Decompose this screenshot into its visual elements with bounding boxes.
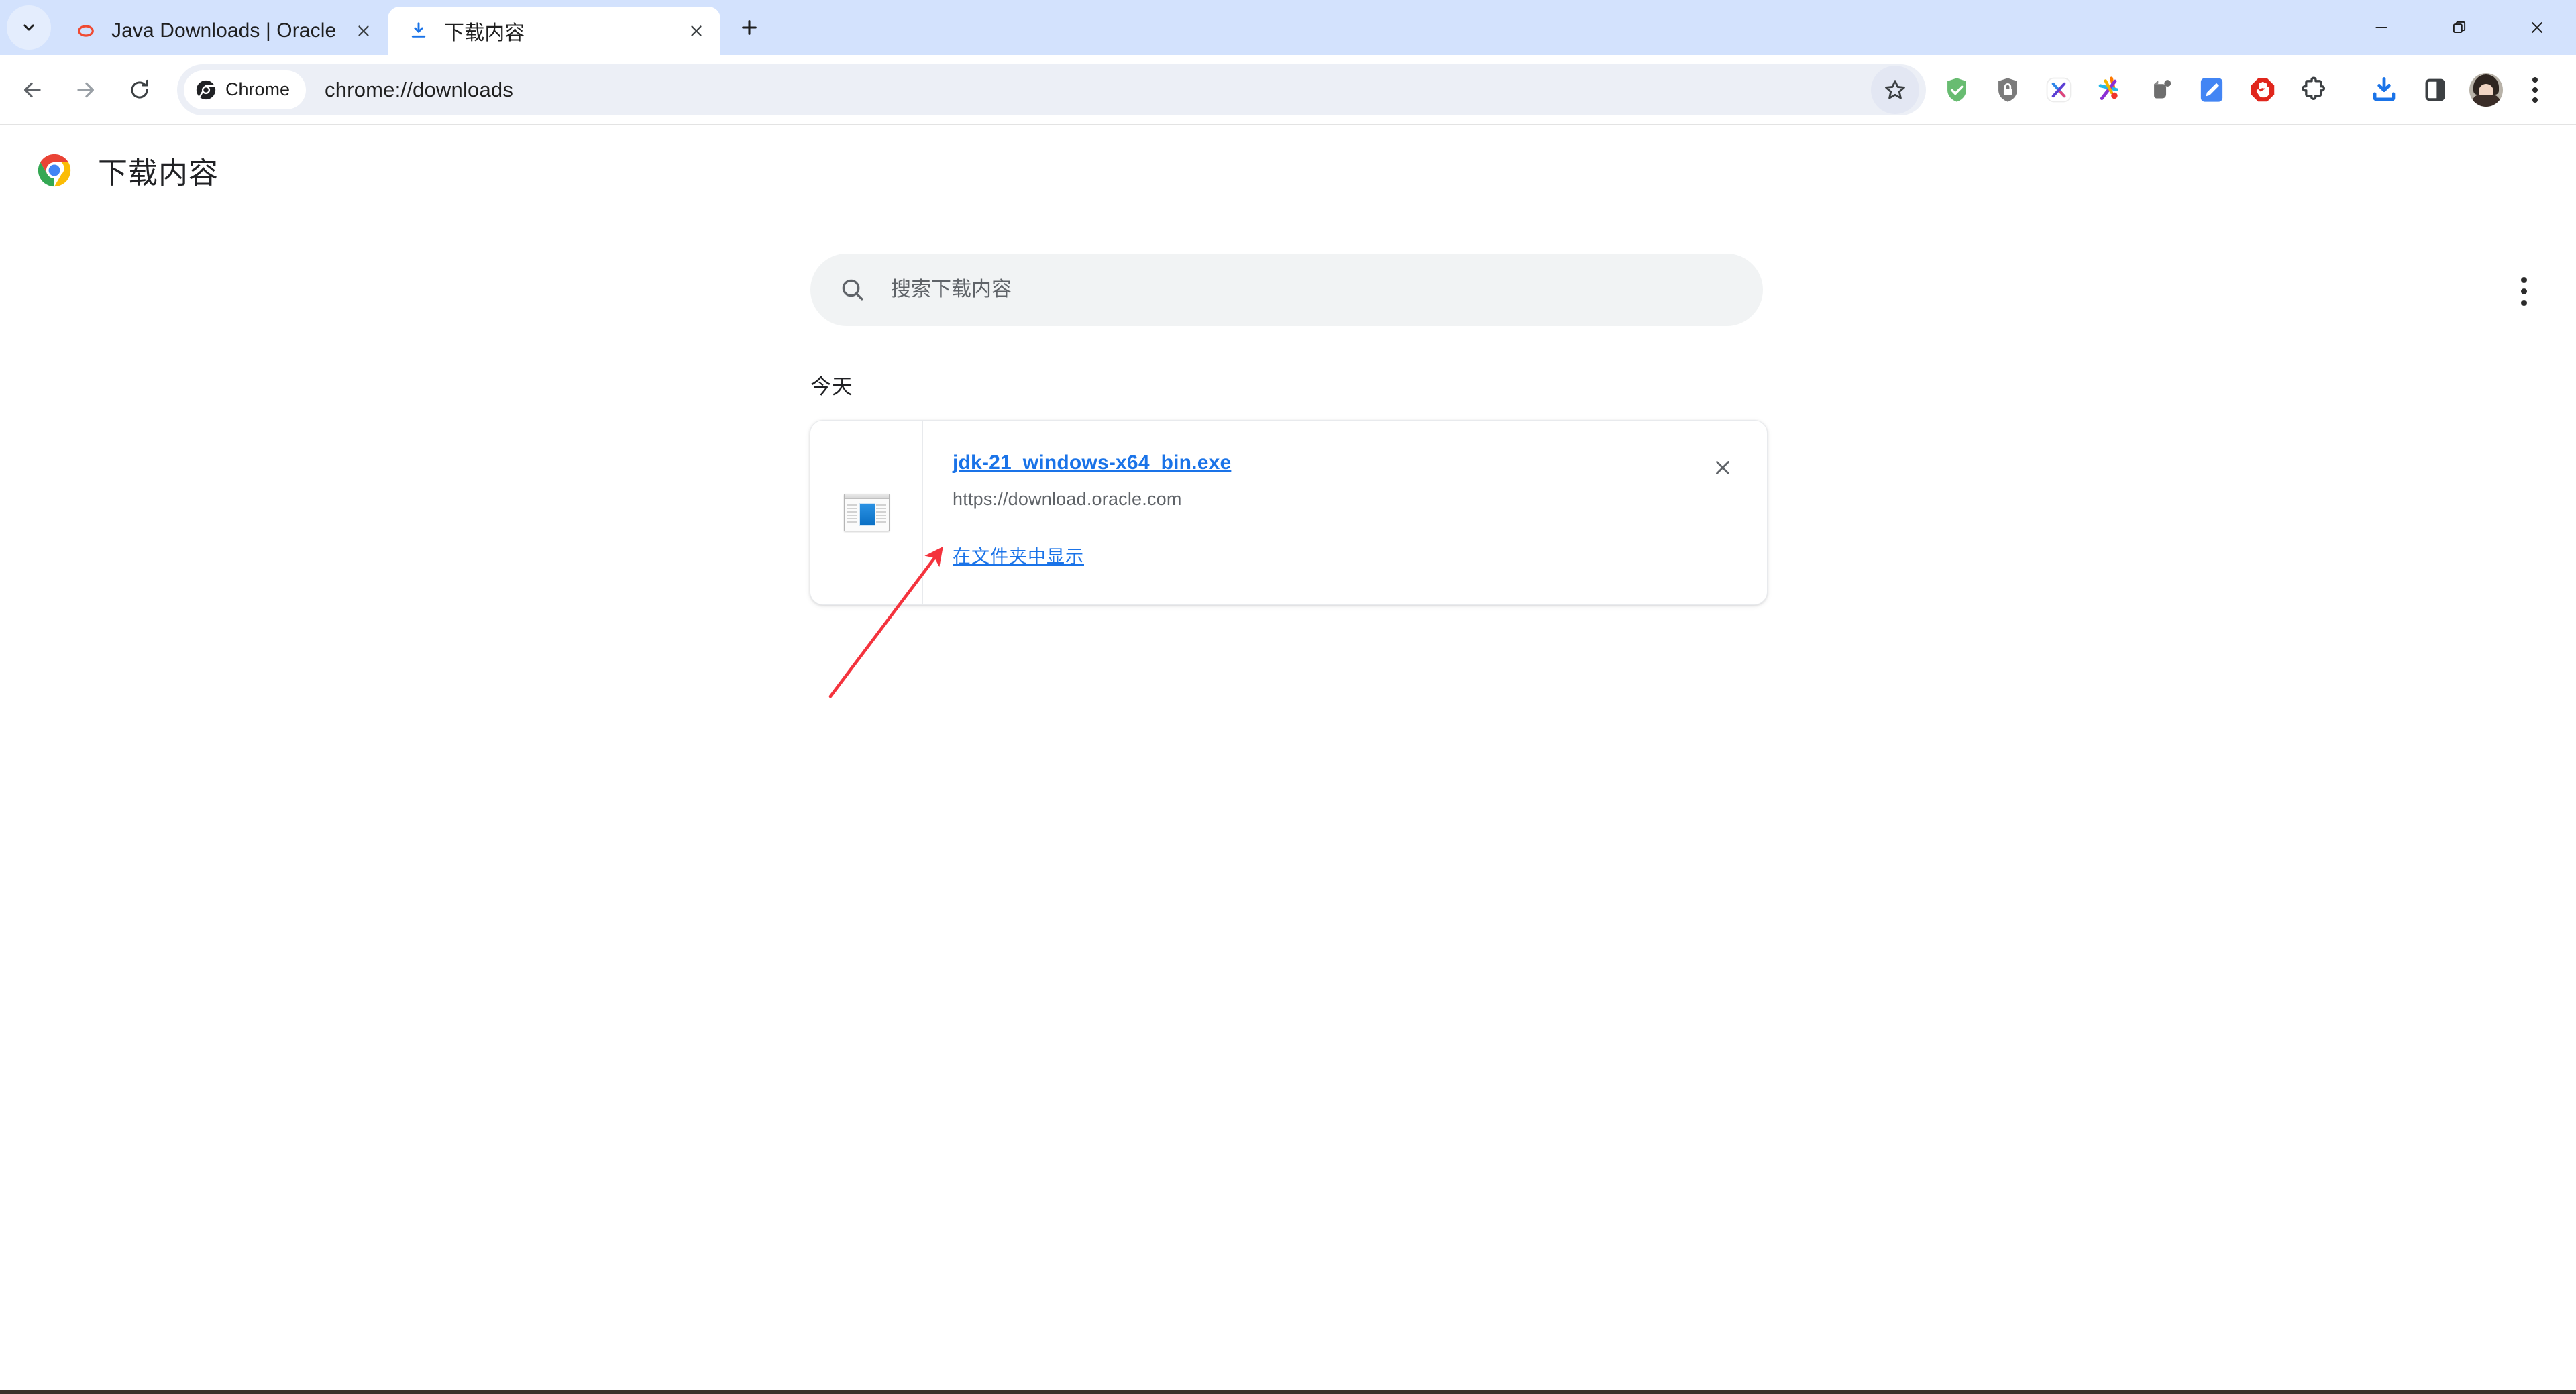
close-icon <box>358 25 369 36</box>
extensions-row <box>1931 63 2559 117</box>
extension-blue-note[interactable] <box>2186 63 2237 117</box>
menu-dot <box>2532 87 2538 93</box>
extension-adblock[interactable] <box>2237 63 2288 117</box>
download-remove-button[interactable] <box>1701 446 1744 489</box>
bookmark-star-button[interactable] <box>1871 65 1919 114</box>
window-controls <box>2343 0 2576 55</box>
downloads-search-box[interactable] <box>810 254 1763 326</box>
tab-close-button[interactable] <box>682 16 711 46</box>
menu-dot <box>2532 97 2538 103</box>
puzzle-piece-icon <box>2302 76 2325 100</box>
downloads-more-actions-button[interactable] <box>2500 267 2548 315</box>
tab-close-button[interactable] <box>349 16 378 46</box>
extension-privacy-shield[interactable] <box>1982 63 2033 117</box>
download-source-url: https://download.oracle.com <box>953 489 1182 509</box>
arrow-right-icon <box>77 82 94 97</box>
adguard-icon <box>1947 77 1966 102</box>
downloads-header: 下载内容 <box>0 125 2576 216</box>
window-restore-button[interactable] <box>2420 0 2498 55</box>
download-file-icon-cell <box>810 421 923 604</box>
side-panel-button[interactable] <box>2410 63 2461 117</box>
exe-installer-icon <box>843 494 890 531</box>
download-icon <box>405 17 432 44</box>
restore-icon <box>2453 21 2466 34</box>
tab-search-button[interactable] <box>7 5 51 50</box>
window-close-button[interactable] <box>2498 0 2576 55</box>
arrow-left-icon <box>24 82 41 97</box>
avatar-body <box>2472 94 2500 107</box>
menu-dot <box>2520 288 2527 294</box>
downloads-page: 下载内容 今天 jdk-21_windows-x64_bin.exe https… <box>0 125 2576 1394</box>
side-panel-icon <box>2425 78 2445 101</box>
profile-button[interactable] <box>2461 63 2512 117</box>
oracle-icon <box>72 17 99 44</box>
chrome-mono-logo-icon <box>195 78 217 101</box>
address-bar[interactable]: Chrome chrome://downloads <box>177 64 1926 115</box>
search-input[interactable] <box>891 278 1735 301</box>
close-icon <box>691 25 702 36</box>
menu-dot <box>2520 299 2527 306</box>
menu-dot <box>2532 76 2538 83</box>
download-file-name-link[interactable]: jdk-21_windows-x64_bin.exe <box>953 451 1231 474</box>
back-button[interactable] <box>5 63 59 117</box>
forward-button[interactable] <box>59 63 113 117</box>
star-icon <box>1885 79 1905 99</box>
chrome-origin-chip[interactable]: Chrome <box>184 70 307 109</box>
downloads-button[interactable] <box>2359 63 2410 117</box>
x-extension-icon <box>2046 77 2072 102</box>
icon-lines-left <box>847 504 857 525</box>
icon-lines-right <box>875 504 886 525</box>
download-item-body: jdk-21_windows-x64_bin.exe https://downl… <box>923 421 1767 604</box>
menu-dot <box>2520 276 2527 283</box>
evernote-icon <box>2154 79 2171 98</box>
new-tab-button[interactable] <box>727 5 771 50</box>
download-item-card[interactable]: jdk-21_windows-x64_bin.exe https://downl… <box>810 420 1768 605</box>
extension-colorful-star[interactable] <box>2084 63 2135 117</box>
tab-title: Java Downloads | Oracle <box>111 19 337 42</box>
url-text: chrome://downloads <box>325 77 514 101</box>
blue-note-icon <box>2200 77 2223 102</box>
page-title: 下载内容 <box>98 157 219 190</box>
chrome-menu-button[interactable] <box>2512 63 2559 117</box>
tab-java-downloads[interactable]: Java Downloads | Oracle <box>55 7 388 55</box>
chrome-chip-label: Chrome <box>225 79 290 99</box>
colorful-star-icon <box>2098 76 2119 100</box>
bottom-strip <box>0 1390 2576 1394</box>
adblock-stop-hand-icon <box>2251 78 2275 101</box>
download-tray-icon <box>2373 76 2396 101</box>
reload-icon <box>131 79 148 99</box>
chevron-down-icon <box>23 24 34 31</box>
extensions-puzzle-button[interactable] <box>2288 63 2339 117</box>
tab-downloads[interactable]: 下载内容 <box>388 7 720 55</box>
section-date-label: 今天 <box>810 375 853 398</box>
close-icon <box>2531 21 2543 34</box>
lock-shield-icon <box>1998 77 2017 102</box>
browser-toolbar: Chrome chrome://downloads <box>0 55 2576 125</box>
extension-evernote[interactable] <box>2135 63 2186 117</box>
extension-adguard[interactable] <box>1931 63 1982 117</box>
reload-button[interactable] <box>113 63 166 117</box>
tab-strip: Java Downloads | Oracle 下载内容 <box>0 0 2576 55</box>
chrome-logo-icon <box>35 151 74 190</box>
show-in-folder-link[interactable]: 在文件夹中显示 <box>953 542 1084 568</box>
tab-title: 下载内容 <box>444 22 525 44</box>
search-icon <box>842 279 863 301</box>
window-minimize-button[interactable] <box>2343 0 2420 55</box>
icon-blue-panel <box>859 503 875 526</box>
plus-icon <box>742 20 757 35</box>
close-icon <box>1716 461 1729 474</box>
minimize-icon <box>2375 26 2387 29</box>
extension-x[interactable] <box>2033 63 2084 117</box>
avatar <box>2469 72 2503 107</box>
